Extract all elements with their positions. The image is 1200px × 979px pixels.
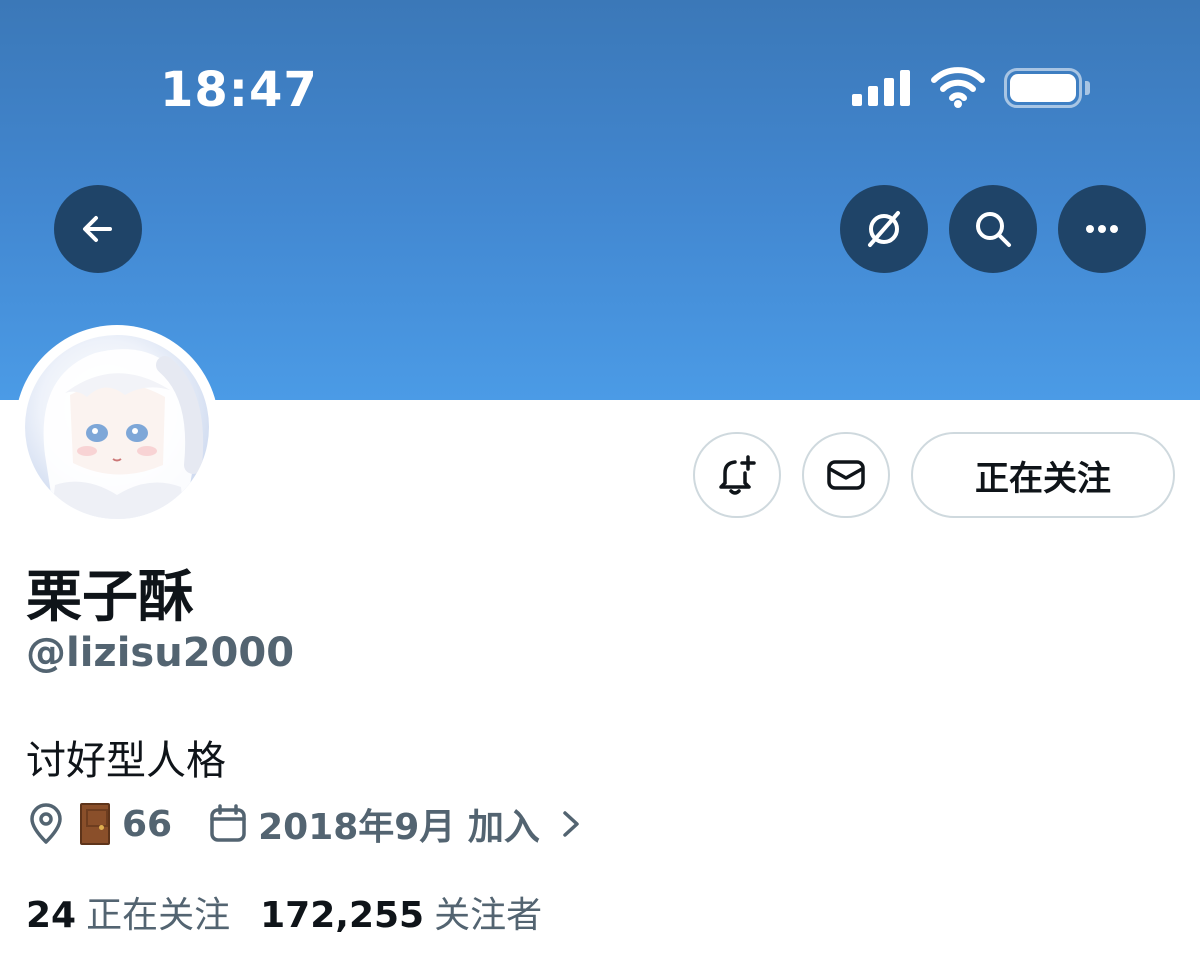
- profile-meta: 66 2018年9月 加入: [26, 800, 586, 848]
- battery-icon: [1004, 68, 1090, 108]
- back-button[interactable]: [54, 185, 142, 273]
- avatar-image: [25, 335, 209, 519]
- search-button[interactable]: [949, 185, 1037, 273]
- calendar-icon: [210, 804, 246, 842]
- following-button-label: 正在关注: [975, 458, 1111, 499]
- no-translate-icon: [868, 211, 900, 247]
- notifications-button[interactable]: [693, 432, 781, 518]
- display-name: 栗子酥: [26, 565, 194, 630]
- search-icon: [976, 212, 1011, 247]
- arrow-left-icon: [83, 216, 112, 242]
- follow-counts: 24 正在关注 172,255 关注者: [26, 886, 542, 938]
- translate-toggle-button[interactable]: [840, 185, 928, 273]
- following-count-link[interactable]: 24 正在关注: [26, 886, 230, 938]
- following-label: 正在关注: [86, 895, 231, 936]
- followers-label: 关注者: [434, 895, 543, 936]
- message-button[interactable]: [802, 432, 890, 518]
- followers-count: 172,255: [260, 895, 425, 936]
- chevron-right-icon[interactable]: [556, 804, 586, 844]
- bell-plus-icon: [719, 455, 756, 495]
- bio: 讨好型人格: [26, 738, 226, 784]
- envelope-icon: [827, 460, 865, 490]
- following-button[interactable]: 正在关注: [911, 432, 1175, 518]
- location-pin-icon: [30, 803, 62, 844]
- status-time: 18:47: [160, 62, 318, 118]
- followers-count-link[interactable]: 172,255 关注者: [260, 886, 542, 938]
- location-text: 66: [122, 803, 173, 845]
- more-options-button[interactable]: [1058, 185, 1146, 273]
- user-handle: @lizisu2000: [26, 630, 295, 676]
- avatar[interactable]: [15, 325, 219, 529]
- wifi-icon: [931, 67, 985, 108]
- more-icon: [1086, 225, 1118, 233]
- cellular-signal-icon: [852, 70, 912, 106]
- door-emoji: [80, 803, 110, 845]
- joined-date: 2018年9月 加入: [258, 807, 540, 848]
- profile-banner[interactable]: 18:47: [0, 0, 1200, 400]
- following-count: 24: [26, 895, 77, 936]
